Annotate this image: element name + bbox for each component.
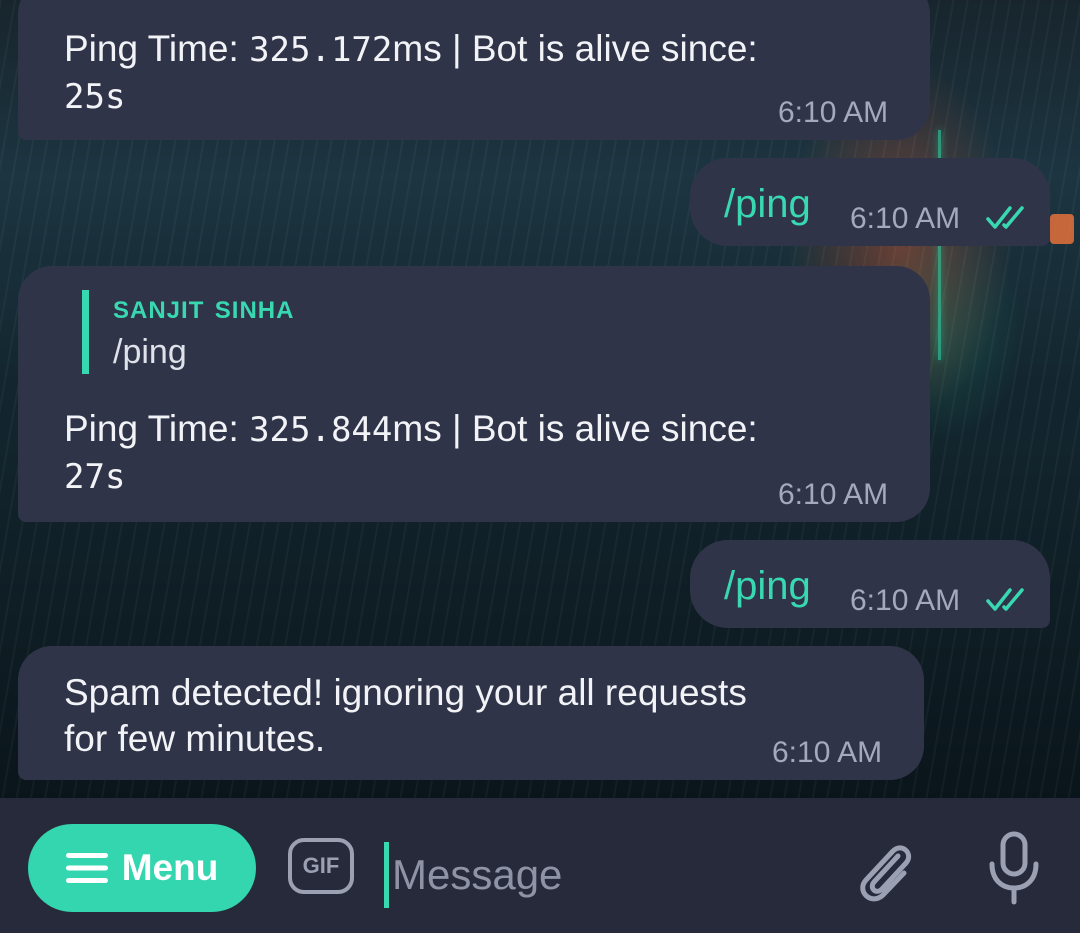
gif-button[interactable]: GIF (288, 838, 354, 894)
uptime-value: 27s (64, 457, 126, 497)
alive-label: ms | Bot is alive since: (392, 28, 758, 69)
message-line: Spam detected! ignoring your all request… (64, 672, 747, 713)
incoming-message-ping-result[interactable]: Ping Time: 325.172ms | Bot is alive sinc… (18, 0, 930, 140)
ping-label: Ping Time: (64, 408, 250, 449)
message-line: for few minutes. (64, 718, 326, 759)
uptime-value: 25s (64, 77, 126, 117)
reply-text: /ping (113, 333, 187, 371)
incoming-message-ping-result[interactable]: sanjit sinha /ping Ping Time: 325.844ms … (18, 266, 930, 522)
message-timestamp: 6:10 AM (850, 584, 961, 617)
alive-label: ms | Bot is alive since: (392, 408, 758, 449)
message-text: /ping (724, 182, 811, 226)
incoming-message-spam-warning[interactable]: Spam detected! ignoring your all request… (18, 646, 924, 780)
message-input[interactable] (392, 846, 822, 904)
message-text: /ping (724, 564, 811, 608)
outgoing-message-ping[interactable]: /ping 6:10 AM (690, 540, 1050, 628)
text-cursor (384, 842, 389, 908)
message-timestamp: 6:10 AM (778, 96, 889, 129)
reply-author-name: sanjit sinha (113, 288, 295, 326)
wallpaper-neon-light (1050, 214, 1074, 244)
double-check-icon (986, 588, 1024, 611)
double-check-icon (986, 206, 1024, 229)
hamburger-icon (65, 853, 108, 883)
message-timestamp: 6:10 AM (850, 202, 961, 235)
gif-button-label: GIF (302, 853, 340, 878)
bot-menu-button[interactable]: Menu (28, 824, 256, 912)
ping-label: Ping Time: (64, 28, 250, 69)
microphone-icon[interactable] (986, 830, 1042, 910)
ping-value: 325.172 (249, 30, 393, 70)
outgoing-message-ping[interactable]: /ping 6:10 AM (690, 158, 1050, 246)
reply-quote[interactable]: sanjit sinha /ping (82, 290, 294, 374)
menu-button-label: Menu (121, 847, 219, 888)
message-timestamp: 6:10 AM (778, 478, 889, 511)
paperclip-icon[interactable] (852, 834, 916, 904)
ping-value: 325.844 (249, 410, 393, 450)
message-timestamp: 6:10 AM (772, 736, 883, 769)
